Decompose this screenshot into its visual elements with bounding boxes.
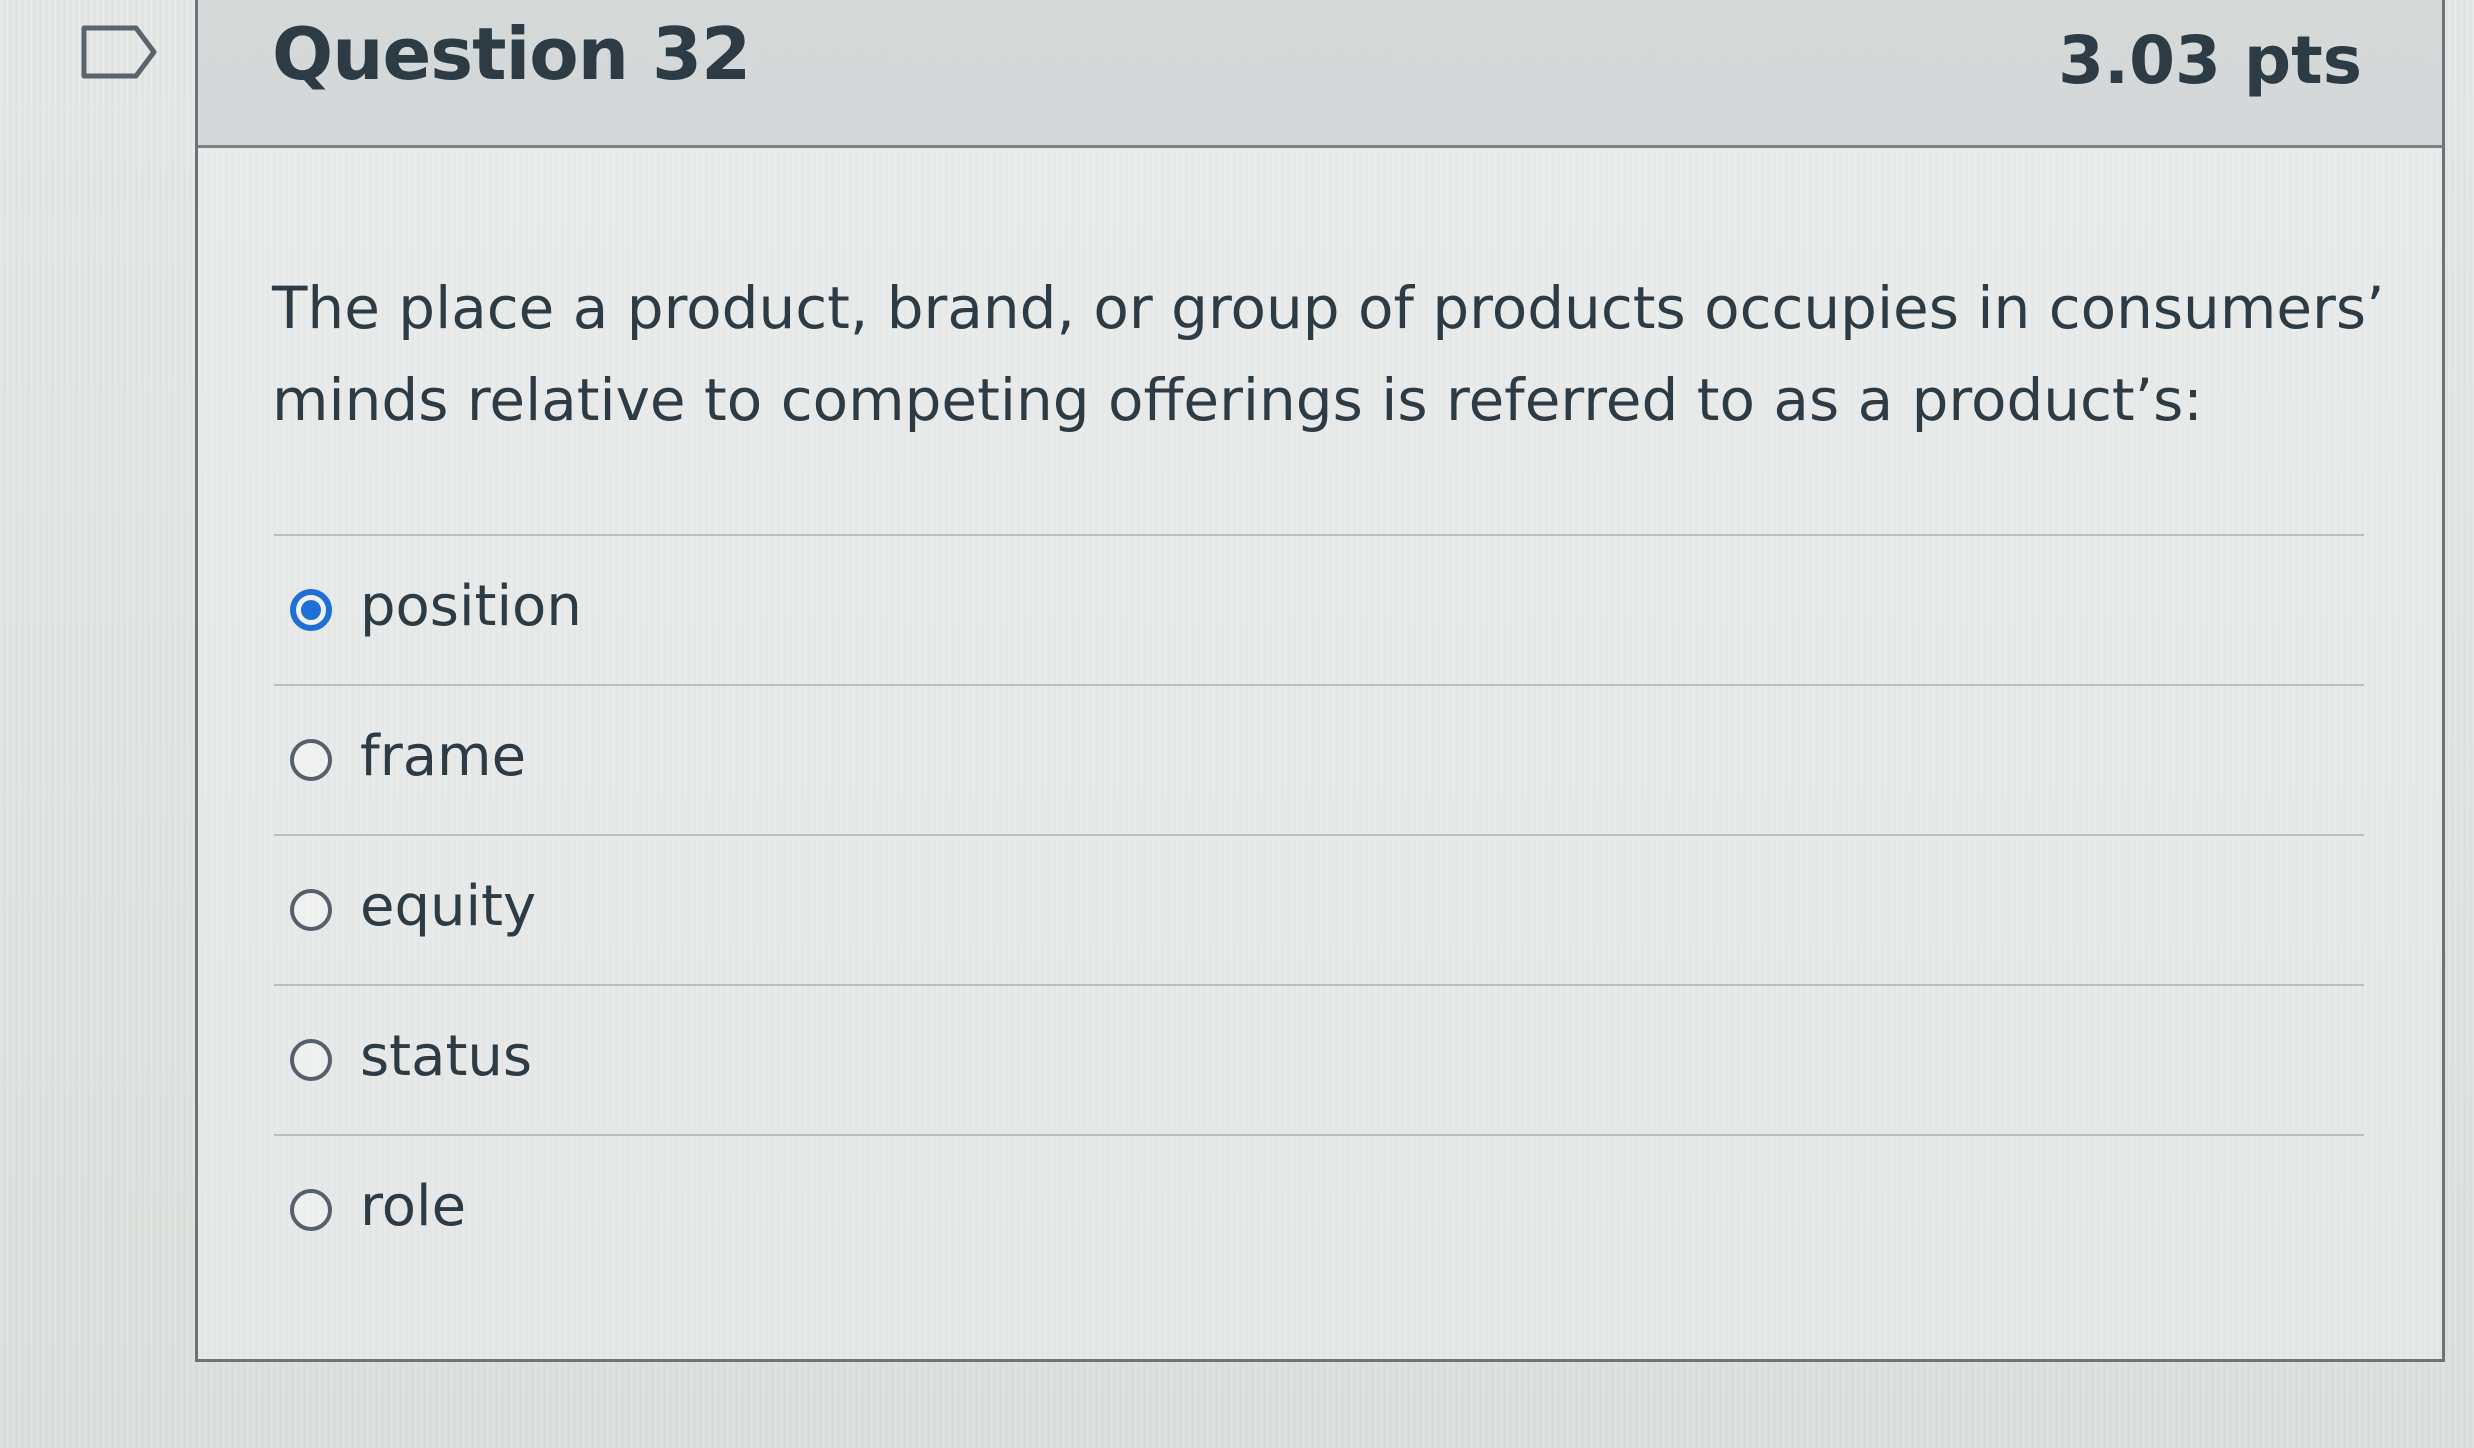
radio-unselected-icon[interactable] [290,739,332,781]
question-text: The place a product, brand, or group of … [272,274,2385,434]
answer-option[interactable]: status [274,986,2364,1134]
question-points: 3.03 pts [2058,22,2362,99]
answer-label: position [360,573,582,639]
answer-option[interactable]: equity [274,836,2364,984]
answer-list: position frame equity status role [274,534,2364,1284]
radio-unselected-icon[interactable] [290,1189,332,1231]
radio-unselected-icon[interactable] [290,889,332,931]
question-header: Question 32 3.03 pts [198,0,2442,148]
radio-unselected-icon[interactable] [290,1039,332,1081]
screen: Question 32 3.03 pts The place a product… [0,0,2474,1448]
answer-label: equity [360,873,537,939]
question-title: Question 32 [272,12,751,96]
question-card: Question 32 3.03 pts The place a product… [195,0,2445,1362]
answer-option[interactable]: position [274,536,2364,684]
answer-option[interactable]: frame [274,686,2364,834]
answer-label: status [360,1023,533,1089]
answer-label: role [360,1173,467,1239]
answer-label: frame [360,723,527,789]
flag-question-icon[interactable] [80,24,160,80]
radio-selected-icon[interactable] [290,589,332,631]
answer-option[interactable]: role [274,1136,2364,1284]
